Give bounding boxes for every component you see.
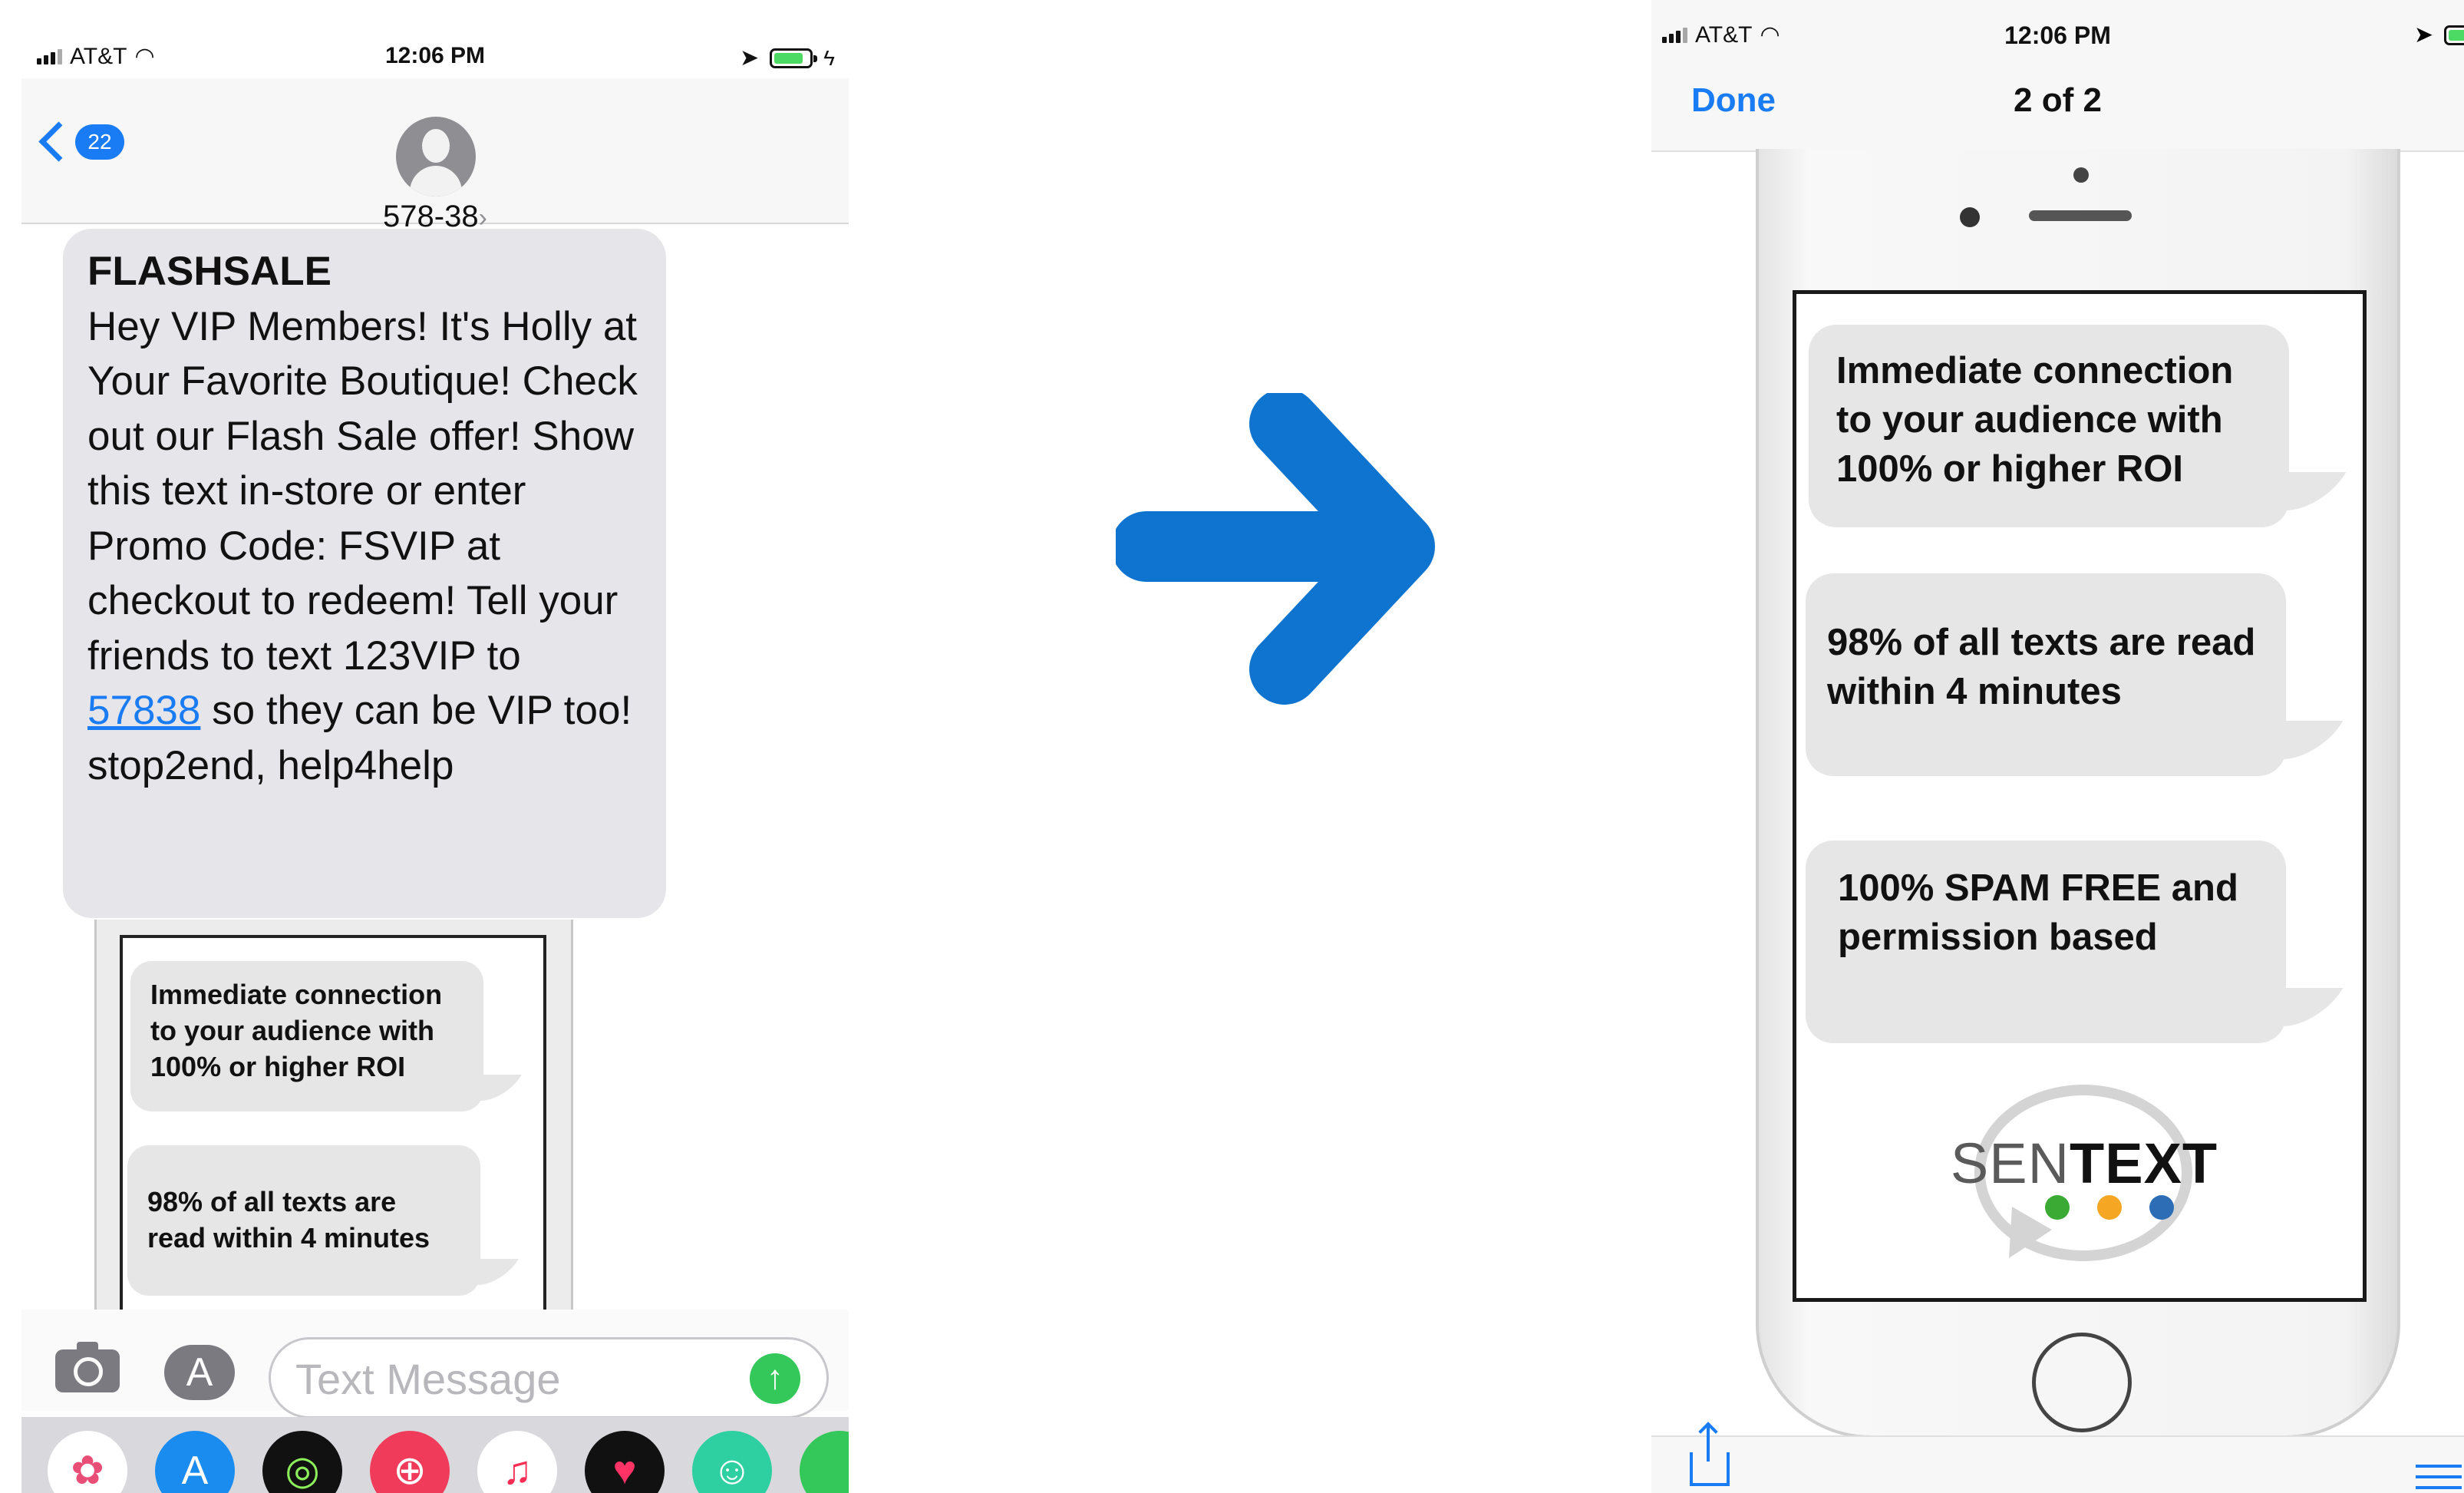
partial-app-icon[interactable] <box>800 1431 849 1493</box>
image-counter: 2 of 2 <box>2014 81 2102 119</box>
back-chevron-icon[interactable] <box>38 121 79 162</box>
preview-phone-screen: Immediate connection to your audience wi… <box>120 935 546 1349</box>
message-text-a: Hey VIP Members! It's Holly at Your Favo… <box>87 303 638 679</box>
mockup-bubble-roi: Immediate connection to your audience wi… <box>1809 325 2289 527</box>
mockup-bubble-read-rate: 98% of all texts are read within 4 minut… <box>1806 573 2286 776</box>
search-globe-icon[interactable]: ⊕ <box>370 1431 450 1493</box>
compose-bar: A ↑ <box>21 1310 849 1419</box>
message-body: Hey VIP Members! It's Holly at Your Favo… <box>87 299 643 794</box>
status-bar: AT&T ◠ 12:06 PM ➤ ϟ <box>21 35 849 78</box>
message-input-field[interactable]: ↑ <box>269 1337 829 1419</box>
right-arrow-icon <box>1116 393 1435 705</box>
preview-bubble-read-rate: 98% of all texts are read within 4 minut… <box>127 1145 480 1296</box>
message-input[interactable] <box>294 1350 727 1407</box>
home-button <box>2032 1333 2132 1432</box>
battery-icon <box>770 48 818 68</box>
music-app-icon[interactable]: ♫ <box>477 1431 557 1493</box>
viewer-toolbar <box>1651 1426 2464 1493</box>
status-right: ➤ ϟ <box>740 45 835 71</box>
battery-icon <box>2444 25 2464 45</box>
logo-dot-orange <box>2097 1195 2122 1220</box>
location-arrow-icon: ➤ <box>2413 22 2433 48</box>
front-camera <box>1960 207 1980 227</box>
proximity-sensor <box>2073 167 2089 183</box>
preview-bubble-roi: Immediate connection to your audience wi… <box>130 961 483 1111</box>
mockup-bubble-spam-free: 100% SPAM FREE and permission based <box>1806 841 2286 1043</box>
phone-number-link[interactable]: 57838 <box>87 688 200 733</box>
status-bar: AT&T ◠ 12:06 PM ➤ <box>1651 0 2464 71</box>
status-right: ➤ <box>2414 21 2464 48</box>
viewer-nav-bar: Done 2 of 2 <box>1651 71 2464 152</box>
contact-avatar[interactable] <box>396 117 476 197</box>
earpiece-speaker <box>2029 210 2132 221</box>
bitmoji-app-icon[interactable]: ☺ <box>692 1431 772 1493</box>
logo-part-text: TEXT <box>2070 1131 2218 1195</box>
status-time: 12:06 PM <box>2004 21 2111 49</box>
attached-image-preview[interactable]: Immediate connection to your audience wi… <box>94 920 573 1349</box>
app-store-icon[interactable]: A <box>155 1431 235 1493</box>
phone-mockup-image: Immediate connection to your audience wi… <box>1756 149 2400 1438</box>
mockup-screen: Immediate connection to your audience wi… <box>1793 290 2367 1302</box>
imessage-app-drawer: ✿ A ◎ ⊕ ♫ ♥ ☺ <box>21 1417 849 1493</box>
send-button[interactable]: ↑ <box>750 1353 800 1404</box>
status-time: 12:06 PM <box>384 43 486 68</box>
activity-app-icon[interactable]: ◎ <box>262 1431 342 1493</box>
conversation-header: 22 578-38› <box>21 78 849 233</box>
app-store-drawer-button[interactable]: A <box>164 1345 235 1400</box>
sentext-logo: SENTEXT <box>1942 1131 2226 1196</box>
location-arrow-icon: ➤ <box>740 45 760 71</box>
image-viewer-screen: AT&T ◠ 12:06 PM ➤ Done 2 of 2 Immediate … <box>1651 0 2464 1493</box>
photos-app-icon[interactable]: ✿ <box>48 1431 127 1493</box>
heart-app-icon[interactable]: ♥ <box>585 1431 665 1493</box>
camera-icon[interactable] <box>55 1342 120 1392</box>
logo-dot-blue <box>2149 1195 2174 1220</box>
logo-part-sen: SEN <box>1950 1131 2070 1195</box>
unread-count-badge[interactable]: 22 <box>75 124 124 160</box>
message-title: FLASHSALE <box>87 249 332 294</box>
share-icon[interactable] <box>1690 1426 1730 1486</box>
messages-screen: AT&T ◠ 12:06 PM ➤ ϟ 22 578-38› FLASHSALE… <box>21 35 849 1493</box>
incoming-message-bubble[interactable]: FLASHSALE Hey VIP Members! It's Holly at… <box>63 229 666 918</box>
charging-bolt-icon: ϟ <box>823 45 835 70</box>
list-icon[interactable] <box>2416 1465 2464 1493</box>
logo-dot-green <box>2045 1195 2070 1220</box>
